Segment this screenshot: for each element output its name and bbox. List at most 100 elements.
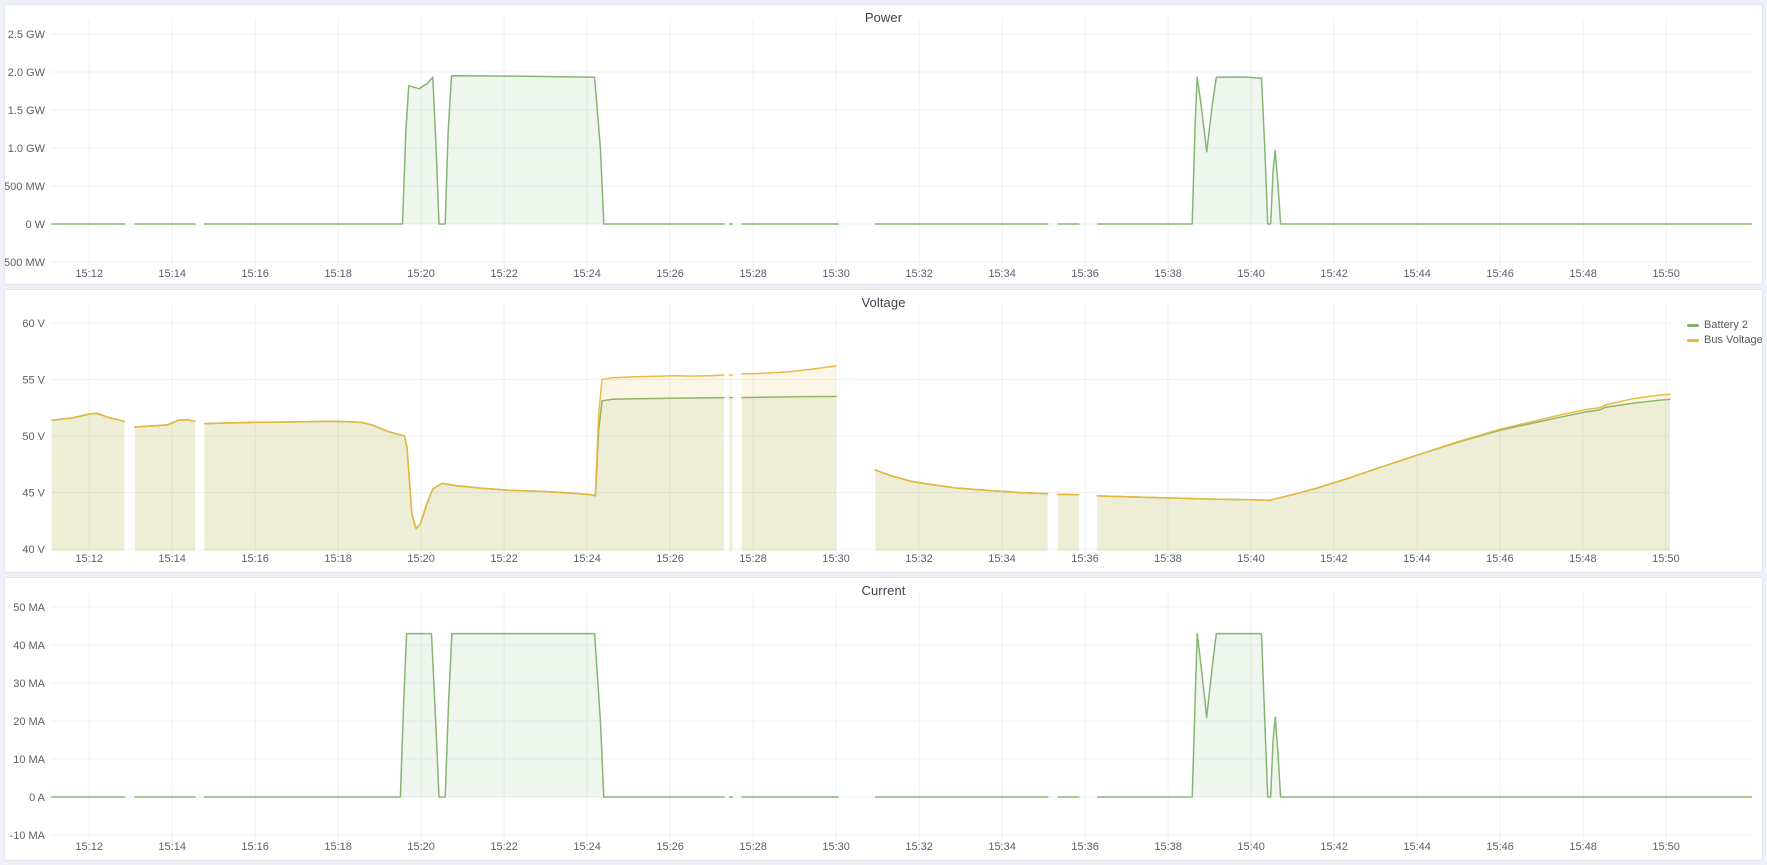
x-tick-label: 15:14 xyxy=(158,268,186,280)
x-tick-label: 15:38 xyxy=(1154,268,1182,280)
x-tick-label: 15:20 xyxy=(407,553,435,565)
panel-title-current[interactable]: Current xyxy=(5,583,1762,598)
panel-current: Current 50 MA40 MA30 MA20 MA10 MA0 A-10 … xyxy=(4,577,1763,861)
dashboard: Power 2.5 GW2.0 GW1.5 GW1.0 GW500 MW0 W-… xyxy=(0,0,1767,865)
x-tick-label: 15:16 xyxy=(241,841,269,853)
x-tick-label: 15:30 xyxy=(822,553,850,565)
bus-voltage-area xyxy=(52,413,125,551)
y-tick-label: 2.0 GW xyxy=(8,67,46,79)
y-tick-label: 10 MA xyxy=(13,754,45,766)
x-tick-label: 15:48 xyxy=(1569,553,1597,565)
x-tick-label: 15:40 xyxy=(1237,553,1265,565)
x-tick-label: 15:50 xyxy=(1652,841,1680,853)
x-tick-label: 15:48 xyxy=(1569,841,1597,853)
y-tick-label: 50 MA xyxy=(13,602,45,614)
bus-voltage-swatch-icon xyxy=(1687,339,1699,342)
x-tick-label: 15:14 xyxy=(158,553,186,565)
x-tick-label: 15:16 xyxy=(241,553,269,565)
x-tick-label: 15:16 xyxy=(241,268,269,280)
x-tick-label: 15:12 xyxy=(75,268,103,280)
y-tick-label: 1.5 GW xyxy=(8,105,46,117)
x-tick-label: 15:14 xyxy=(158,841,186,853)
x-tick-label: 15:46 xyxy=(1486,841,1514,853)
current-area xyxy=(205,634,725,797)
current-plot-area[interactable]: 50 MA40 MA30 MA20 MA10 MA0 A-10 MA15:121… xyxy=(5,578,1762,860)
x-tick-label: 15:28 xyxy=(739,268,767,280)
x-tick-label: 15:30 xyxy=(822,268,850,280)
x-tick-label: 15:26 xyxy=(656,553,684,565)
legend-item-battery-2[interactable]: Battery 2 xyxy=(1687,319,1763,331)
x-tick-label: 15:46 xyxy=(1486,553,1514,565)
x-tick-label: 15:24 xyxy=(573,268,601,280)
x-tick-label: 15:44 xyxy=(1403,553,1431,565)
x-tick-label: 15:26 xyxy=(656,268,684,280)
x-tick-label: 15:26 xyxy=(656,841,684,853)
x-tick-label: 15:32 xyxy=(905,553,933,565)
current-chart: 50 MA40 MA30 MA20 MA10 MA0 A-10 MA15:121… xyxy=(5,578,1762,860)
x-tick-label: 15:18 xyxy=(324,553,352,565)
x-tick-label: 15:12 xyxy=(75,553,103,565)
y-tick-label: 30 MA xyxy=(13,678,45,690)
x-tick-label: 15:34 xyxy=(988,553,1016,565)
x-tick-label: 15:18 xyxy=(324,268,352,280)
x-tick-label: 15:20 xyxy=(407,268,435,280)
x-tick-label: 15:50 xyxy=(1652,268,1680,280)
voltage-plot-area[interactable]: 60 V 55 V 50 V 45 V 40 V 15:12 15:14 15:16 15:18… xyxy=(5,290,1762,572)
x-tick-label: 15:32 xyxy=(905,841,933,853)
y-tick-label: 50 V xyxy=(22,431,45,443)
x-tick-label: 15:32 xyxy=(905,268,933,280)
x-tick-label: 15:34 xyxy=(988,268,1016,280)
x-tick-label: 15:42 xyxy=(1320,553,1348,565)
legend-label: Battery 2 xyxy=(1704,319,1748,331)
panel-title-voltage[interactable]: Voltage xyxy=(5,295,1762,310)
x-tick-label: 15:20 xyxy=(407,841,435,853)
x-tick-label: 15:28 xyxy=(739,553,767,565)
y-tick-label: 40 V xyxy=(22,544,45,556)
x-tick-label: 15:34 xyxy=(988,841,1016,853)
x-tick-label: 15:46 xyxy=(1486,268,1514,280)
bus-voltage-area xyxy=(135,420,195,551)
x-tick-label: 15:42 xyxy=(1320,268,1348,280)
bus-voltage-area xyxy=(742,366,836,551)
x-tick-label: 15:50 xyxy=(1652,553,1680,565)
x-tick-label: 15:28 xyxy=(739,841,767,853)
bus-voltage-area xyxy=(205,375,725,551)
y-tick-label: 40 MA xyxy=(13,640,45,652)
y-tick-label: 20 MA xyxy=(13,716,45,728)
x-tick-label: 15:48 xyxy=(1569,268,1597,280)
x-tick-label: 15:36 xyxy=(1071,553,1099,565)
legend-label: Bus Voltage xyxy=(1704,334,1763,346)
x-tick-label: 15:44 xyxy=(1403,841,1431,853)
x-tick-label: 15:12 xyxy=(75,841,103,853)
bus-voltage-area xyxy=(1058,494,1079,551)
y-tick-label: 60 V xyxy=(22,318,45,330)
y-tick-label: 45 V xyxy=(22,487,45,499)
bus-voltage-line xyxy=(1058,494,1079,495)
x-tick-label: 15:18 xyxy=(324,841,352,853)
x-tick-label: 15:22 xyxy=(490,553,518,565)
panel-title-power[interactable]: Power xyxy=(5,10,1762,25)
x-tick-label: 15:24 xyxy=(573,553,601,565)
bus-voltage-area xyxy=(1097,394,1670,551)
bus-voltage-area xyxy=(729,375,732,551)
x-tick-label: 15:36 xyxy=(1071,841,1099,853)
x-tick-label: 15:40 xyxy=(1237,841,1265,853)
y-tick-label: 2.5 GW xyxy=(8,29,46,41)
battery-2-swatch-icon xyxy=(1687,324,1699,327)
x-tick-label: 15:24 xyxy=(573,841,601,853)
y-tick-label: 500 MW xyxy=(5,181,46,193)
x-tick-label: 15:40 xyxy=(1237,268,1265,280)
legend: Battery 2 Bus Voltage xyxy=(1687,319,1763,346)
y-tick-label: 0 W xyxy=(25,219,45,231)
x-tick-label: 15:36 xyxy=(1071,268,1099,280)
y-tick-label: 0 A xyxy=(29,792,46,804)
x-tick-label: 15:38 xyxy=(1154,553,1182,565)
x-tick-label: 15:30 xyxy=(822,841,850,853)
y-tick-label: -500 MW xyxy=(5,257,46,269)
y-tick-label: 55 V xyxy=(22,375,45,387)
bus-voltage-area xyxy=(875,470,1047,551)
power-plot-area[interactable]: 2.5 GW2.0 GW1.5 GW1.0 GW500 MW0 W-500 MW… xyxy=(5,5,1762,284)
legend-item-bus-voltage[interactable]: Bus Voltage xyxy=(1687,334,1763,346)
power-area xyxy=(205,76,725,224)
voltage-chart: 60 V 55 V 50 V 45 V 40 V 15:12 15:14 15:16 15:18… xyxy=(5,290,1762,572)
